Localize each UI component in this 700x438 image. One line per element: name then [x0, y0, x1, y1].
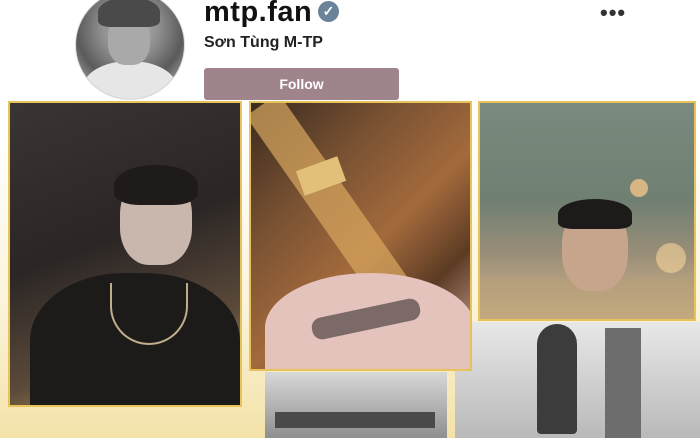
avatar-hat [98, 0, 160, 27]
featured-photo-portrait[interactable] [8, 101, 242, 407]
profile-avatar[interactable] [75, 0, 185, 100]
verified-check-icon: ✓ [318, 1, 339, 22]
profile-username: mtp.fan [204, 0, 313, 28]
grid-photo-behind-left[interactable] [265, 372, 447, 438]
featured-photo-tattoo[interactable] [249, 101, 472, 371]
keyboard-shape [275, 412, 435, 428]
standing-person-shape [537, 324, 577, 434]
profile-header: mtp.fan ✓ Sơn Tùng M-TP Follow ••• [0, 0, 700, 100]
photo-glow-shape [630, 179, 648, 197]
follow-button[interactable]: Follow [204, 68, 399, 100]
more-options-icon[interactable]: ••• [600, 0, 626, 26]
photo-glow-shape [656, 243, 686, 273]
featured-photo-water[interactable] [478, 101, 696, 321]
tower-shape [605, 328, 641, 438]
profile-display-name: Sơn Tùng M-TP [204, 34, 323, 51]
photo-hair-shape [114, 165, 198, 205]
photo-hair-shape [558, 199, 632, 229]
avatar-shoulders [84, 61, 176, 99]
grid-photo-behind-right[interactable] [455, 322, 700, 438]
